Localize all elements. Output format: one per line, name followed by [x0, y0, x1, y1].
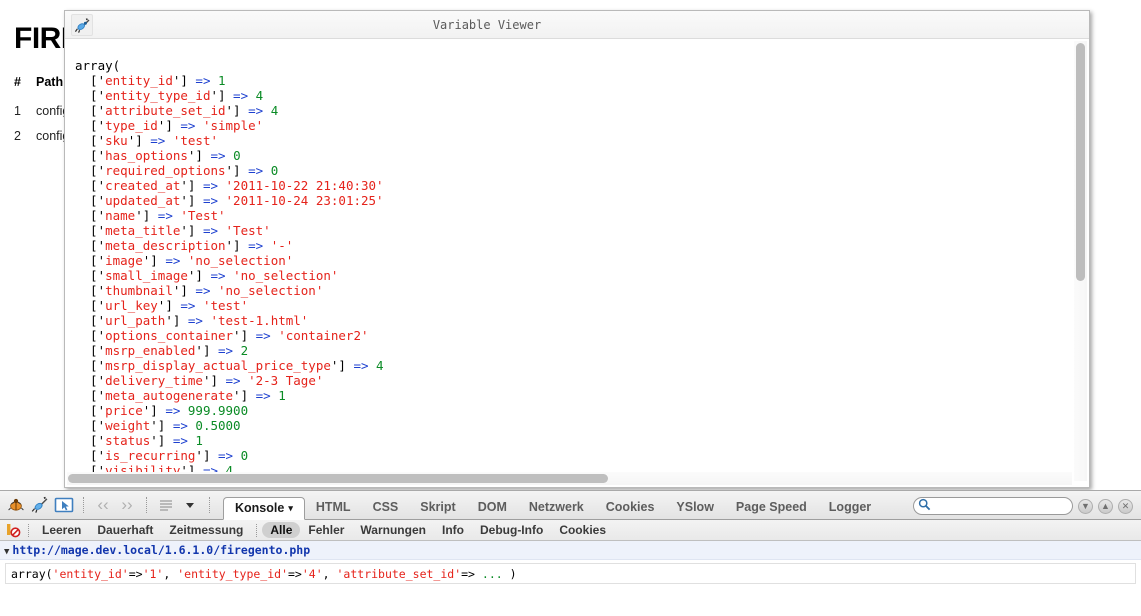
code-line: ['url_key'] => 'test' [75, 297, 249, 313]
subtoolbar-separator [28, 523, 29, 537]
firebug-tabs: Konsole ▾ HTML CSS Skript DOM Netzwerk Co… [223, 490, 882, 520]
code-line: ['updated_at'] => '2011-10-24 23:01:25' [75, 192, 384, 208]
console-output: ▼ http://mage.dev.local/1.6.1.0/firegento… [0, 541, 1141, 615]
code-line: ['is_recurring'] => 0 [75, 447, 249, 463]
console-subtoolbar: Leeren Dauerhaft Zeitmessung Alle Fehler… [0, 520, 1141, 541]
code-line: ['price'] => 999.9900 [75, 402, 249, 418]
options-caret-icon[interactable] [180, 495, 200, 515]
menu-icon[interactable] [156, 495, 176, 515]
code-line: ['msrp_display_actual_price_type'] => 4 [75, 357, 384, 373]
search-icon [918, 498, 931, 514]
tab-html[interactable]: HTML [305, 497, 362, 519]
column-header-path: Path [36, 75, 64, 89]
tab-css[interactable]: CSS [362, 497, 410, 519]
code-line: ['type_id'] => 'simple' [75, 117, 264, 133]
toolbar-separator [209, 496, 210, 513]
code-line: ['required_options'] => 0 [75, 162, 279, 178]
firebug-panel: ‹‹ ›› Konsole ▾ HTML CSS Skript DOM Netzw… [0, 490, 1141, 616]
toolbar-separator [83, 496, 84, 513]
code-line: ['options_container'] => 'container2' [75, 327, 369, 343]
filter-cookies[interactable]: Cookies [551, 522, 614, 538]
tab-label: Konsole [235, 501, 285, 515]
filter-fehler[interactable]: Fehler [300, 522, 352, 538]
chevron-down-icon[interactable]: ▾ [288, 503, 293, 513]
tab-netzwerk[interactable]: Netzwerk [518, 497, 595, 519]
chevron-down-icon[interactable]: ▼ [1078, 498, 1093, 514]
code-line: ['created_at'] => '2011-10-22 21:40:30' [75, 177, 384, 193]
code-line: ['name'] => 'Test' [75, 207, 226, 223]
console-group-header[interactable]: ▼ http://mage.dev.local/1.6.1.0/firegento… [0, 541, 1141, 560]
filter-info[interactable]: Info [434, 522, 472, 538]
code-line: ['sku'] => 'test' [75, 132, 218, 148]
inspect-icon[interactable] [54, 495, 74, 515]
modal-body: array( ['entity_id'] => 1 ['entity_type_… [65, 40, 1089, 487]
search-input[interactable] [931, 498, 1061, 514]
horizontal-scroll-thumb[interactable] [68, 474, 608, 483]
firefly-icon[interactable] [30, 495, 50, 515]
code-line: ['msrp_enabled'] => 2 [75, 342, 249, 358]
tab-yslow[interactable]: YSlow [665, 497, 725, 519]
subtoolbar-separator [256, 523, 258, 537]
code-line: ['meta_title'] => 'Test' [75, 222, 271, 238]
modal-title: Variable Viewer [432, 18, 542, 32]
chevron-up-icon[interactable]: ▲ [1098, 498, 1113, 514]
close-icon[interactable]: ✕ [1118, 498, 1133, 514]
modal-vertical-scrollbar[interactable] [1074, 41, 1087, 481]
variable-dump-code: array( ['entity_id'] => 1 ['entity_type_… [75, 58, 384, 478]
code-line: ['meta_autogenerate'] => 1 [75, 387, 286, 403]
tab-cookies[interactable]: Cookies [595, 497, 666, 519]
code-line: ['meta_description'] => '-' [75, 237, 294, 253]
filter-warnungen[interactable]: Warnungen [352, 522, 434, 538]
modal-titlebar: Variable Viewer [65, 11, 1089, 39]
back-icon[interactable]: ‹‹ [93, 495, 113, 515]
code-line: ['status'] => 1 [75, 432, 203, 448]
table-header-row: # Path [14, 72, 69, 93]
firebug-search-area: ▼ ▲ ✕ [913, 497, 1133, 515]
table-row: 1 config [14, 101, 69, 122]
code-line: array( [75, 57, 121, 73]
row-number: 2 [14, 129, 21, 143]
search-box[interactable] [913, 497, 1073, 515]
code-line: ['delivery_time'] => '2-3 Tage' [75, 372, 324, 388]
patch-table: # Path 1 config 2 config [14, 72, 69, 147]
console-log-entry[interactable]: array('entity_id'=>'1', 'entity_type_id'… [5, 563, 1136, 584]
code-line: ['weight'] => 0.5000 [75, 417, 241, 433]
code-line: ['entity_id'] => 1 [75, 72, 226, 88]
tab-logger[interactable]: Logger [818, 497, 882, 519]
code-line: ['attribute_set_id'] => 4 [75, 102, 279, 118]
column-header-number: # [14, 75, 21, 89]
filter-debug-info[interactable]: Debug-Info [472, 522, 551, 538]
code-line: ['url_path'] => 'test-1.html' [75, 312, 309, 328]
firebug-toolbar: ‹‹ ›› Konsole ▾ HTML CSS Skript DOM Netzw… [0, 491, 1141, 520]
code-line: ['small_image'] => 'no_selection' [75, 267, 339, 283]
modal-horizontal-scrollbar[interactable] [67, 472, 1072, 485]
variable-viewer-modal[interactable]: Variable Viewer array( ['entity_id'] => … [64, 10, 1090, 488]
code-line: ['thumbnail'] => 'no_selection' [75, 282, 324, 298]
clear-button[interactable]: Leeren [34, 522, 89, 538]
chevron-down-icon[interactable]: ▼ [4, 547, 9, 557]
code-line: ['entity_type_id'] => 4 [75, 87, 264, 103]
persist-button[interactable]: Dauerhaft [89, 522, 161, 538]
forward-icon[interactable]: ›› [117, 495, 137, 515]
table-row: 2 config [14, 126, 69, 147]
code-line: ['image'] => 'no_selection' [75, 252, 294, 268]
toolbar-separator [146, 496, 147, 513]
firebug-toolbar-icons: ‹‹ ›› [0, 490, 219, 519]
console-url-text: http://mage.dev.local/1.6.1.0/firegento.… [12, 543, 311, 557]
tab-dom[interactable]: DOM [467, 497, 518, 519]
tab-skript[interactable]: Skript [409, 497, 466, 519]
profile-button[interactable]: Zeitmessung [161, 522, 251, 538]
code-line: ['has_options'] => 0 [75, 147, 241, 163]
clear-console-icon[interactable] [5, 522, 21, 538]
tab-page-speed[interactable]: Page Speed [725, 497, 818, 519]
filter-alle[interactable]: Alle [262, 522, 301, 538]
row-number: 1 [14, 104, 21, 118]
bug-icon[interactable] [6, 495, 26, 515]
tab-konsole[interactable]: Konsole ▾ [223, 497, 305, 520]
vertical-scroll-thumb[interactable] [1076, 43, 1085, 281]
